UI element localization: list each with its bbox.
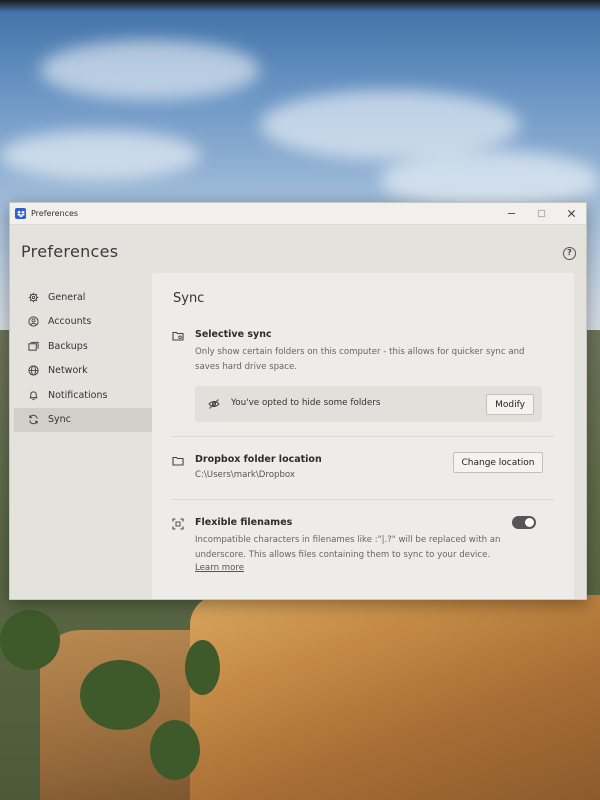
sidebar-item-notifications[interactable]: Notifications [14, 383, 154, 408]
tree [185, 640, 220, 695]
close-button[interactable] [556, 203, 586, 225]
tree [150, 720, 200, 780]
sync-settings-panel: Sync Selective sync Only show certain fo… [152, 273, 574, 599]
sidebar-item-label: Sync [48, 414, 71, 426]
cliff [190, 595, 600, 800]
sidebar-item-backups[interactable]: Backups [14, 334, 154, 359]
section-title: Sync [173, 291, 205, 306]
window-title: Preferences [31, 209, 79, 218]
sidebar-item-sync[interactable]: Sync [14, 407, 154, 432]
user-circle-icon [28, 316, 39, 327]
bell-icon [29, 391, 38, 400]
divider [172, 436, 554, 437]
minimize-button[interactable] [496, 203, 526, 225]
learn-more-link[interactable]: Learn more [195, 563, 244, 573]
sidebar-item-accounts[interactable]: Accounts [14, 310, 154, 335]
cloud [380, 150, 600, 210]
backup-icon [28, 341, 39, 351]
monitor-bezel [0, 0, 600, 12]
sidebar: General Accounts Backups Network Notific… [14, 285, 154, 432]
setting-label: Selective sync [195, 329, 272, 340]
modify-button[interactable]: Modify [486, 394, 534, 415]
sidebar-item-label: Backups [48, 340, 88, 352]
eye-off-icon [208, 399, 220, 409]
hidden-folders-text: You've opted to hide some folders [231, 398, 381, 408]
maximize-icon [537, 209, 545, 218]
tree [80, 660, 160, 730]
sidebar-item-label: Network [48, 365, 88, 377]
setting-description: Only show certain folders on this comput… [195, 347, 525, 372]
folder-search-icon [172, 331, 184, 341]
minimize-icon [507, 213, 515, 214]
help-icon[interactable]: ? [563, 247, 576, 260]
title-bar[interactable]: Preferences [10, 203, 586, 225]
setting-description: Incompatible characters in filenames lik… [195, 535, 501, 560]
toggle-knob [525, 518, 534, 527]
divider [172, 499, 554, 500]
hidden-folders-notice: You've opted to hide some folders Modify [195, 386, 542, 422]
cloud [0, 130, 200, 180]
close-icon [567, 209, 575, 218]
page-title: Preferences [21, 242, 119, 261]
sidebar-item-label: Accounts [48, 316, 92, 328]
file-brackets-icon [172, 518, 184, 530]
sidebar-item-label: Notifications [48, 389, 108, 401]
sidebar-item-label: General [48, 291, 86, 303]
window-controls [496, 203, 586, 225]
folder-path: C:\Users\mark\Dropbox [195, 470, 296, 480]
flexible-filenames-toggle[interactable] [512, 516, 536, 529]
preferences-window: Preferences Preferences ? General Accoun… [9, 202, 587, 600]
globe-icon [28, 365, 39, 376]
sidebar-item-network[interactable]: Network [14, 359, 154, 384]
sync-icon [29, 415, 38, 425]
maximize-button[interactable] [526, 203, 556, 225]
header: Preferences ? [10, 225, 586, 277]
folder-icon [172, 456, 184, 466]
change-location-button[interactable]: Change location [453, 452, 543, 473]
setting-label: Dropbox folder location [195, 454, 322, 465]
sidebar-item-general[interactable]: General [14, 285, 154, 310]
tree [0, 610, 60, 670]
dropbox-icon [15, 208, 26, 219]
gear-icon [28, 292, 39, 303]
cloud [40, 40, 260, 100]
setting-label: Flexible filenames [195, 517, 293, 528]
